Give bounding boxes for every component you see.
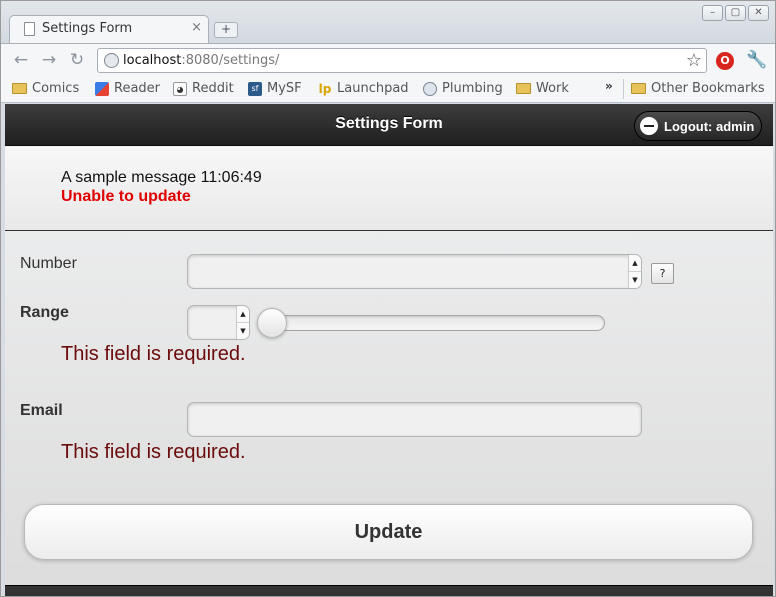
bookmark-work[interactable]: Work xyxy=(516,81,569,96)
launchpad-icon: lp xyxy=(318,81,332,96)
logout-button[interactable]: Logout: admin xyxy=(634,111,762,141)
number-label: Number xyxy=(20,255,77,272)
bookmark-launchpad[interactable]: lp Launchpad xyxy=(318,81,409,96)
bookmark-reader[interactable]: Reader xyxy=(95,81,160,96)
extension-icon[interactable]: O xyxy=(716,52,734,70)
info-message: A sample message 11:06:49 xyxy=(61,169,262,186)
range-label: Range xyxy=(20,304,69,321)
maximize-icon[interactable]: ▢ xyxy=(725,5,746,21)
bookmarks-overflow-icon[interactable]: » xyxy=(605,79,613,93)
bookmark-label: Other Bookmarks xyxy=(651,81,765,96)
spin-down-icon[interactable]: ▼ xyxy=(629,272,641,288)
bookmark-label: Work xyxy=(536,81,569,96)
logout-label: Logout: admin xyxy=(664,118,755,134)
bookmark-label: MySF xyxy=(267,81,302,96)
update-button[interactable]: Update xyxy=(24,504,753,560)
messages-panel: A sample message 11:06:49 Unable to upda… xyxy=(5,147,773,231)
url-path: :8080/settings/ xyxy=(181,53,280,68)
google-reader-icon xyxy=(95,81,109,96)
minus-circle-icon xyxy=(640,117,658,135)
page-footer xyxy=(5,585,773,596)
page-header: Settings Form Logout: admin xyxy=(5,104,773,146)
range-error: This field is required. xyxy=(61,343,246,365)
address-bar[interactable]: localhost:8080/settings/ ☆ xyxy=(97,48,707,73)
range-spinner: ▲ ▼ xyxy=(236,306,249,339)
bookmark-label: Reader xyxy=(114,81,161,96)
bookmark-label: Comics xyxy=(32,81,80,96)
globe-icon xyxy=(104,53,119,68)
page-content: Settings Form Logout: admin A sample mes… xyxy=(5,104,773,596)
spin-up-icon[interactable]: ▲ xyxy=(629,255,641,272)
reddit-icon: ◕ xyxy=(173,81,187,96)
email-label: Email xyxy=(20,402,63,419)
spin-down-icon[interactable]: ▼ xyxy=(237,323,249,339)
range-number-input[interactable]: ▲ ▼ xyxy=(187,305,250,340)
title-bar: Settings Form × + – ▢ ✕ xyxy=(1,1,775,43)
url-text: localhost:8080/settings/ xyxy=(123,53,279,68)
range-slider-handle[interactable] xyxy=(257,308,287,338)
number-input[interactable]: ▲ ▼ xyxy=(187,254,642,289)
range-slider-track[interactable] xyxy=(258,315,605,331)
browser-toolbar: ← → ↻ localhost:8080/settings/ ☆ O 🔧 xyxy=(1,43,775,76)
other-bookmarks[interactable]: Other Bookmarks xyxy=(631,81,765,96)
folder-icon xyxy=(516,83,531,94)
new-tab-button[interactable]: + xyxy=(214,22,238,38)
email-field[interactable] xyxy=(187,402,642,437)
help-button[interactable]: ? xyxy=(651,263,674,284)
bookmark-label: Launchpad xyxy=(337,81,409,96)
folder-icon xyxy=(12,83,27,94)
minimize-icon[interactable]: – xyxy=(702,5,723,21)
reload-icon[interactable]: ↻ xyxy=(67,50,87,70)
tab-title: Settings Form xyxy=(42,21,133,36)
plumbing-icon xyxy=(423,81,437,96)
bookmarks-separator xyxy=(623,79,624,99)
url-host: localhost xyxy=(123,53,182,68)
forward-arrow-icon[interactable]: → xyxy=(39,50,59,70)
folder-icon xyxy=(631,83,646,94)
bookmark-star-icon[interactable]: ☆ xyxy=(686,50,702,71)
bookmark-label: Plumbing xyxy=(442,81,503,96)
bookmark-mysf[interactable]: sf MySF xyxy=(248,81,302,96)
spin-up-icon[interactable]: ▲ xyxy=(237,306,249,323)
sf-icon: sf xyxy=(248,81,262,96)
bookmark-comics[interactable]: Comics xyxy=(12,81,79,96)
error-message: Unable to update xyxy=(61,188,191,205)
number-spinner: ▲ ▼ xyxy=(628,255,641,288)
close-window-icon[interactable]: ✕ xyxy=(748,5,769,21)
bookmarks-bar: Comics Reader ◕ Reddit sf MySF lp Launch… xyxy=(1,76,775,103)
page-icon xyxy=(24,22,35,36)
window-controls: – ▢ ✕ xyxy=(702,5,769,21)
bookmark-label: Reddit xyxy=(192,81,234,96)
bookmark-plumbing[interactable]: Plumbing xyxy=(423,81,503,96)
wrench-icon[interactable]: 🔧 xyxy=(746,50,767,70)
tab-close-icon[interactable]: × xyxy=(191,20,202,35)
browser-window: Settings Form × + – ▢ ✕ ← → ↻ localhost:… xyxy=(0,0,776,597)
back-arrow-icon[interactable]: ← xyxy=(11,50,31,70)
bookmark-reddit[interactable]: ◕ Reddit xyxy=(173,81,234,96)
email-error: This field is required. xyxy=(61,441,246,463)
tab-settings-form[interactable]: Settings Form × xyxy=(9,15,209,43)
